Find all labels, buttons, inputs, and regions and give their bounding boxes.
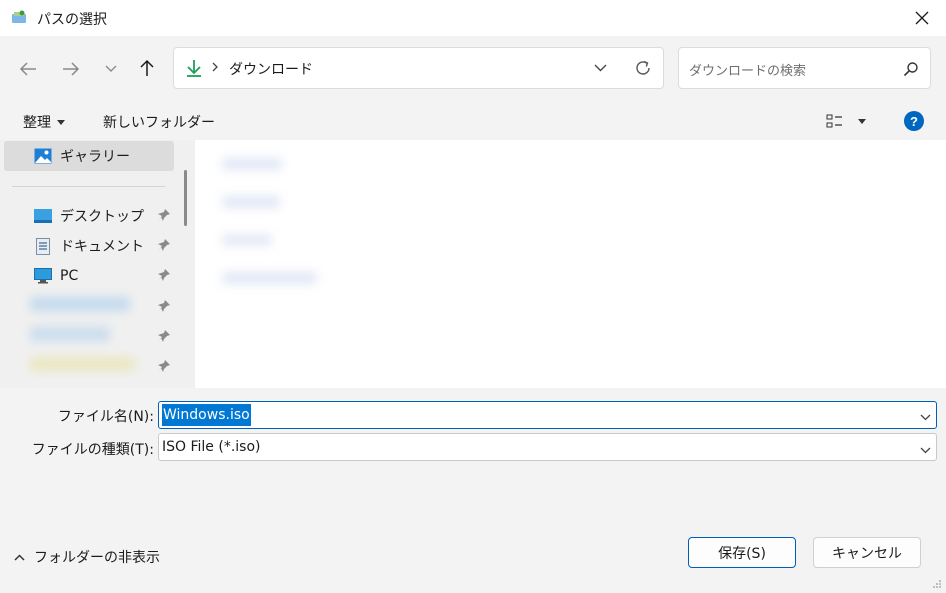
chevron-down-icon[interactable] <box>920 442 932 454</box>
close-icon <box>915 11 929 25</box>
arrow-left-icon <box>19 62 36 76</box>
app-icon <box>11 9 27 25</box>
sidebar-divider <box>12 186 165 187</box>
pin-icon <box>158 300 170 312</box>
title-bar <box>0 0 946 36</box>
filetype-value: ISO File (*.iso) <box>162 439 261 455</box>
save-button[interactable]: 保存(S) <box>688 537 796 568</box>
pin-icon <box>158 330 170 342</box>
help-button[interactable]: ? <box>904 111 924 131</box>
filetype-select[interactable] <box>158 433 937 461</box>
cancel-button[interactable]: キャンセル <box>813 537 921 568</box>
sidebar-item-label: PC <box>60 268 79 284</box>
sidebar-item-label: ドキュメント <box>60 239 144 255</box>
up-button[interactable] <box>134 55 160 81</box>
sidebar-scrollbar[interactable] <box>184 170 187 226</box>
caret-down-icon <box>57 119 65 125</box>
refresh-icon <box>636 60 650 75</box>
chevron-up-icon <box>14 553 25 561</box>
pin-icon <box>158 269 170 281</box>
pin-icon <box>158 239 170 251</box>
caret-down-icon <box>858 118 866 124</box>
forward-button[interactable] <box>58 56 84 82</box>
sidebar-item-label: デスクトップ <box>60 209 144 225</box>
window-title: パスの選択 <box>37 12 107 28</box>
filetype-label: ファイルの種類(T): <box>31 442 154 458</box>
view-options-button[interactable] <box>826 111 870 131</box>
chevron-down-icon <box>105 65 117 72</box>
search-placeholder: ダウンロードの検索 <box>689 64 807 79</box>
desktop-icon <box>34 208 52 224</box>
address-dropdown-button[interactable] <box>587 55 613 81</box>
redacted-file-list <box>212 150 332 300</box>
download-icon <box>184 58 204 78</box>
filename-input[interactable] <box>158 401 937 429</box>
pin-icon <box>158 360 170 372</box>
arrow-up-icon <box>140 59 154 76</box>
search-icon[interactable] <box>903 61 919 77</box>
breadcrumb-separator-icon <box>211 61 221 75</box>
filename-value: Windows.iso <box>162 404 251 426</box>
sidebar-item-documents[interactable]: ドキュメント <box>4 231 174 261</box>
help-icon: ? <box>904 111 924 131</box>
chevron-down-icon[interactable] <box>920 409 932 421</box>
recent-locations-button[interactable] <box>98 56 124 82</box>
hide-folders-toggle[interactable]: フォルダーの非表示 <box>14 547 160 567</box>
details-view-icon <box>826 114 842 128</box>
hide-folders-label: フォルダーの非表示 <box>34 550 160 566</box>
organize-label: 整理 <box>23 115 51 131</box>
organize-menu-button[interactable]: 整理 <box>23 112 65 132</box>
resize-grip-icon[interactable] <box>932 577 942 588</box>
new-folder-button[interactable]: 新しいフォルダー <box>103 112 215 132</box>
close-button[interactable] <box>906 4 938 32</box>
chevron-down-icon <box>594 64 606 72</box>
filename-label: ファイル名(N): <box>57 409 154 425</box>
refresh-button[interactable] <box>630 55 656 81</box>
arrow-right-icon <box>63 62 80 76</box>
sidebar-item-label: ギャラリー <box>60 149 130 165</box>
svg-text:?: ? <box>910 114 918 129</box>
sidebar-item-desktop[interactable]: デスクトップ <box>4 201 174 231</box>
document-icon <box>34 237 52 255</box>
sidebar-item-gallery[interactable]: ギャラリー <box>4 141 174 171</box>
redacted-sidebar-items <box>20 283 140 383</box>
back-button[interactable] <box>15 56 41 82</box>
breadcrumb-item-downloads[interactable]: ダウンロード <box>229 59 313 79</box>
gallery-icon <box>34 148 52 164</box>
pin-icon <box>158 209 170 221</box>
pc-icon <box>34 268 52 284</box>
